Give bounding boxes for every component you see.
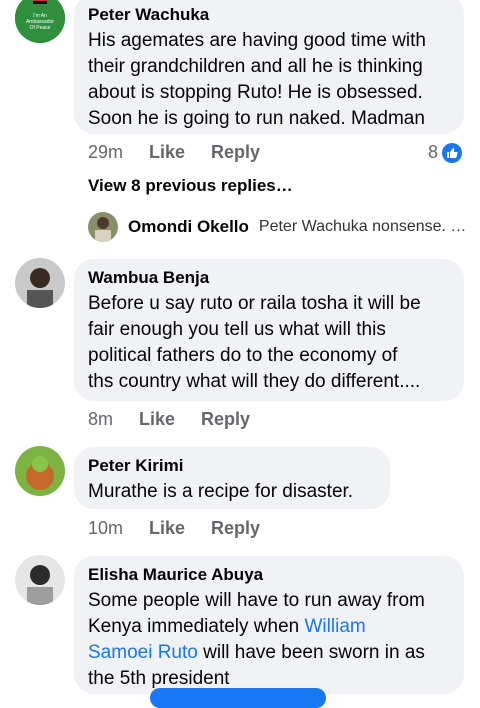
like-thumb-icon [442, 142, 463, 163]
view-previous-replies-link[interactable]: View 8 previous replies… [88, 176, 293, 196]
reply-button[interactable]: Reply [211, 518, 260, 539]
comment-text: Murathe is a recipe for disaster. [88, 481, 354, 502]
comment-bubble-peter-wachuka: Peter Wachuka His agemates are having go… [74, 0, 464, 134]
comment-text-before: Some people will have to run away from K… [88, 590, 425, 637]
avatar-peter-kirimi[interactable] [15, 446, 65, 496]
kenya-flag-avatar-image: I'm An Ambassador Of Peace [15, 0, 65, 43]
reply-button[interactable]: Reply [211, 142, 260, 163]
reaction-count-value: 8 [428, 142, 439, 162]
comment-text: Before u say ruto or raila tosha it will… [88, 293, 421, 392]
comment-bubble-peter-kirimi: Peter Kirimi Murathe is a recipe for dis… [74, 447, 390, 509]
comment-text: His agemates are having good time with t… [88, 30, 426, 129]
comment-time[interactable]: 10m [88, 518, 123, 539]
comment-time[interactable]: 8m [88, 409, 113, 430]
avatar-wambua-benja[interactable] [15, 258, 65, 308]
commenter-name[interactable]: Peter Wachuka [88, 4, 450, 26]
blue-action-button[interactable] [150, 688, 326, 708]
avatar-omondi-okello[interactable] [88, 212, 118, 242]
comment-meta-row: 8m Like Reply [88, 409, 250, 430]
reply-author-name[interactable]: Omondi Okello [128, 217, 249, 237]
reaction-count[interactable]: 8 [428, 142, 463, 163]
comment-meta-row: 29m Like Reply [88, 142, 260, 163]
svg-text:Of Peace: Of Peace [30, 25, 51, 31]
comment-meta-row: 10m Like Reply [88, 518, 260, 539]
like-button[interactable]: Like [149, 518, 185, 539]
like-button[interactable]: Like [149, 142, 185, 163]
avatar-elisha-maurice-abuya[interactable] [15, 555, 65, 605]
commenter-name[interactable]: Wambua Benja [88, 267, 450, 289]
reply-preview[interactable]: Omondi Okello Peter Wachuka nonsense. E.… [88, 212, 468, 242]
avatar-peter-wachuka[interactable]: I'm An Ambassador Of Peace [15, 0, 65, 43]
reply-snippet-text: Peter Wachuka nonsense. E... [258, 218, 468, 235]
comment-time[interactable]: 29m [88, 142, 123, 163]
like-button[interactable]: Like [139, 409, 175, 430]
reply-button[interactable]: Reply [201, 409, 250, 430]
commenter-name[interactable]: Peter Kirimi [88, 455, 376, 477]
comment-bubble-wambua-benja: Wambua Benja Before u say ruto or raila … [74, 259, 464, 401]
commenter-name[interactable]: Elisha Maurice Abuya [88, 564, 450, 586]
comment-bubble-elisha-maurice-abuya: Elisha Maurice Abuya Some people will ha… [74, 556, 464, 694]
comment-text: Some people will have to run away from K… [88, 588, 450, 692]
